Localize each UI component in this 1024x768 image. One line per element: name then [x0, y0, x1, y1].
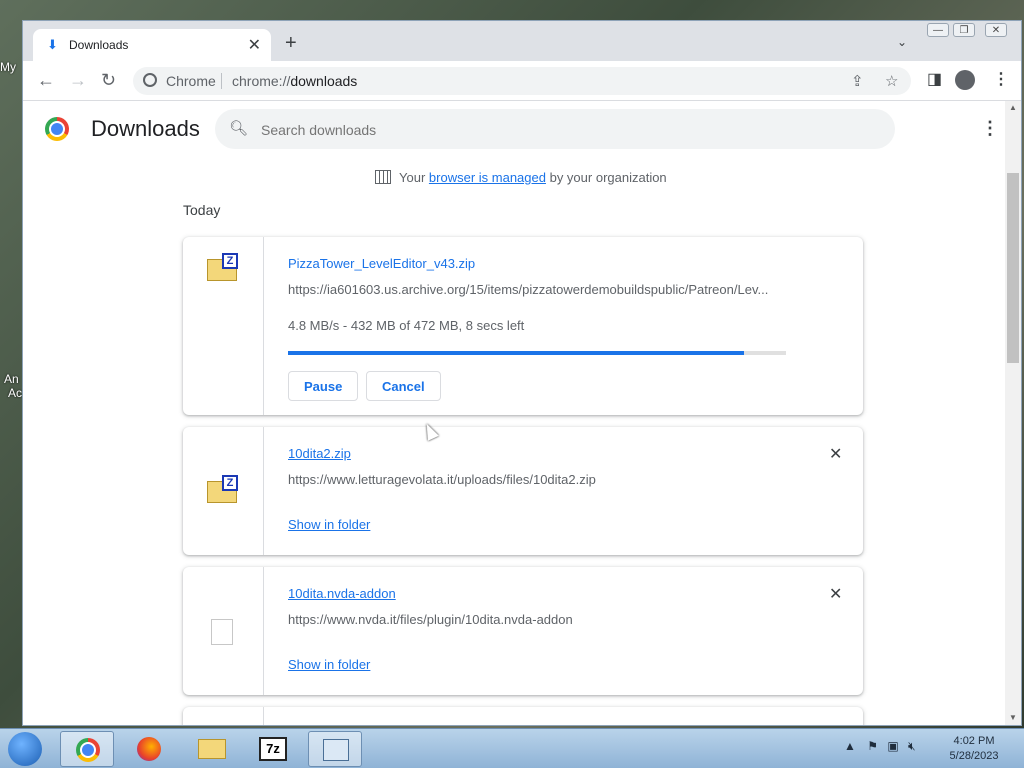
page-scrollbar[interactable]: ▲ ▼ [1005, 101, 1021, 725]
file-icon-column: Z [183, 427, 264, 555]
download-item: Z 10dita2.zip ✕ https://www.letturagevol… [183, 427, 863, 555]
share-icon[interactable]: ⇪ [851, 72, 864, 90]
clock-date: 5/28/2023 [949, 750, 999, 762]
browser-toolbar: ← → ↻ Chrome chrome://downloads ⇪ ☆ ◨ ⋮ [23, 61, 1021, 101]
action-center-flag-icon[interactable]: ⚑ [867, 739, 878, 753]
cancel-button[interactable]: Cancel [366, 371, 441, 401]
download-item: 10dita.nvda-addon ✕ https://www.nvda.it/… [183, 567, 863, 695]
url-scheme: chrome:// [232, 73, 291, 89]
url-host: downloads [290, 73, 358, 89]
remove-download-icon[interactable]: ✕ [829, 444, 842, 464]
managed-suffix: by your organization [549, 170, 667, 185]
scrollbar-thumb[interactable] [1007, 173, 1019, 363]
taskbar-chrome[interactable] [60, 731, 114, 767]
managed-notice: Your browser is managed by your organiza… [375, 170, 667, 185]
more-actions-icon[interactable]: ⋮ [981, 118, 999, 139]
taskbar-clock[interactable]: 4:02 PM 5/28/2023 [944, 734, 1004, 764]
minimize-button[interactable]: — [927, 23, 949, 37]
taskbar-7zip[interactable]: 7z [246, 731, 300, 767]
network-icon[interactable]: ▣ [887, 739, 898, 753]
download-filename[interactable]: 10dita2.zip [288, 446, 351, 461]
scroll-up-icon[interactable]: ▲ [1009, 103, 1017, 112]
new-tab-button[interactable]: + [285, 33, 297, 53]
download-item: Z PizzaTower_LevelEditor_v43.zip https:/… [183, 237, 863, 415]
volume-muted-icon[interactable]: 🔇︎ [908, 739, 916, 753]
downloads-page: Downloads 🔍︎ ⋮ Your browser is managed b… [23, 101, 1005, 725]
profile-avatar-icon[interactable] [955, 70, 975, 90]
download-item [183, 707, 863, 725]
download-url: https://www.letturagevolata.it/uploads/f… [288, 472, 596, 487]
url-text[interactable]: chrome://downloads [232, 73, 357, 89]
forward-button[interactable]: → [69, 70, 87, 90]
reload-button[interactable]: ↻ [101, 70, 116, 90]
downloads-header: Downloads 🔍︎ ⋮ [23, 101, 1005, 157]
zip-file-icon: Z [207, 475, 239, 503]
tab-title: Downloads [69, 38, 129, 52]
generic-file-icon [211, 619, 233, 645]
download-progress-bar [288, 351, 786, 355]
7zip-icon: 7z [259, 737, 287, 761]
clock-time: 4:02 PM [953, 735, 995, 747]
show-in-folder-link[interactable]: Show in folder [288, 517, 370, 532]
download-icon: ⬇ [47, 37, 58, 52]
omnibox[interactable]: Chrome chrome://downloads ⇪ ☆ [133, 67, 911, 95]
tab-search-icon[interactable]: ⌄ [897, 35, 907, 49]
desktop-icon-label[interactable]: An [4, 372, 19, 386]
download-progress-fill [288, 351, 744, 355]
bookmark-star-icon[interactable]: ☆ [885, 72, 898, 90]
taskbar-firefox[interactable] [122, 731, 176, 767]
chrome-logo-icon [45, 117, 69, 141]
taskbar-control-panel[interactable] [308, 731, 362, 767]
section-heading: Today [183, 202, 221, 218]
managed-link[interactable]: browser is managed [429, 170, 546, 185]
building-icon [375, 170, 391, 184]
download-url: https://ia601603.us.archive.org/15/items… [288, 282, 769, 297]
zip-file-icon: Z [207, 253, 239, 281]
desktop-icon-label[interactable]: Ac [8, 386, 22, 400]
taskbar: 7z ▲ ⚑ ▣ 🔇︎ 4:02 PM 5/28/2023 [0, 728, 1024, 768]
search-bar[interactable]: 🔍︎ [215, 109, 895, 149]
search-input[interactable] [259, 119, 863, 141]
restore-button[interactable]: ❐ [953, 23, 975, 37]
browser-window: ⬇ Downloads ✕ + ⌄ — ❐ ✕ ← → ↻ Chrome chr… [22, 20, 1022, 726]
remove-download-icon[interactable]: ✕ [829, 584, 842, 604]
tab-close-icon[interactable]: ✕ [248, 35, 261, 55]
download-status: 4.8 MB/s - 432 MB of 472 MB, 8 secs left [288, 318, 525, 333]
chrome-menu-icon[interactable]: ⋮ [993, 69, 1009, 89]
chrome-icon [76, 738, 100, 762]
omnibox-divider [221, 73, 222, 89]
search-icon: 🔍︎ [229, 120, 249, 137]
back-button[interactable]: ← [37, 70, 55, 90]
side-panel-icon[interactable]: ◨ [927, 69, 942, 89]
desktop-icon-label[interactable]: My [0, 60, 16, 74]
download-filename[interactable]: 10dita.nvda-addon [288, 586, 396, 601]
scroll-down-icon[interactable]: ▼ [1009, 713, 1017, 722]
show-in-folder-link[interactable]: Show in folder [288, 657, 370, 672]
taskbar-file-explorer[interactable] [184, 731, 238, 767]
show-hidden-icons-icon[interactable]: ▲ [844, 739, 856, 753]
page-title: Downloads [91, 116, 200, 141]
firefox-icon [137, 737, 161, 761]
tab-strip: ⬇ Downloads ✕ + ⌄ — ❐ ✕ [23, 21, 1021, 61]
control-panel-icon [323, 739, 349, 761]
tab-downloads[interactable]: ⬇ Downloads ✕ [33, 29, 271, 61]
managed-prefix: Your [399, 170, 426, 185]
site-chip: Chrome [166, 73, 216, 89]
system-tray: ▲ ⚑ ▣ 🔇︎ [844, 739, 916, 754]
download-filename[interactable]: PizzaTower_LevelEditor_v43.zip [288, 256, 475, 271]
download-url: https://www.nvda.it/files/plugin/10dita.… [288, 612, 573, 627]
folder-icon [198, 739, 226, 759]
pause-button[interactable]: Pause [288, 371, 359, 401]
file-icon-column: Z [183, 237, 264, 415]
close-window-button[interactable]: ✕ [985, 23, 1007, 37]
start-button[interactable] [8, 732, 42, 766]
file-icon-column [183, 567, 264, 695]
file-icon-column [183, 707, 264, 725]
chrome-site-icon[interactable] [143, 73, 157, 87]
